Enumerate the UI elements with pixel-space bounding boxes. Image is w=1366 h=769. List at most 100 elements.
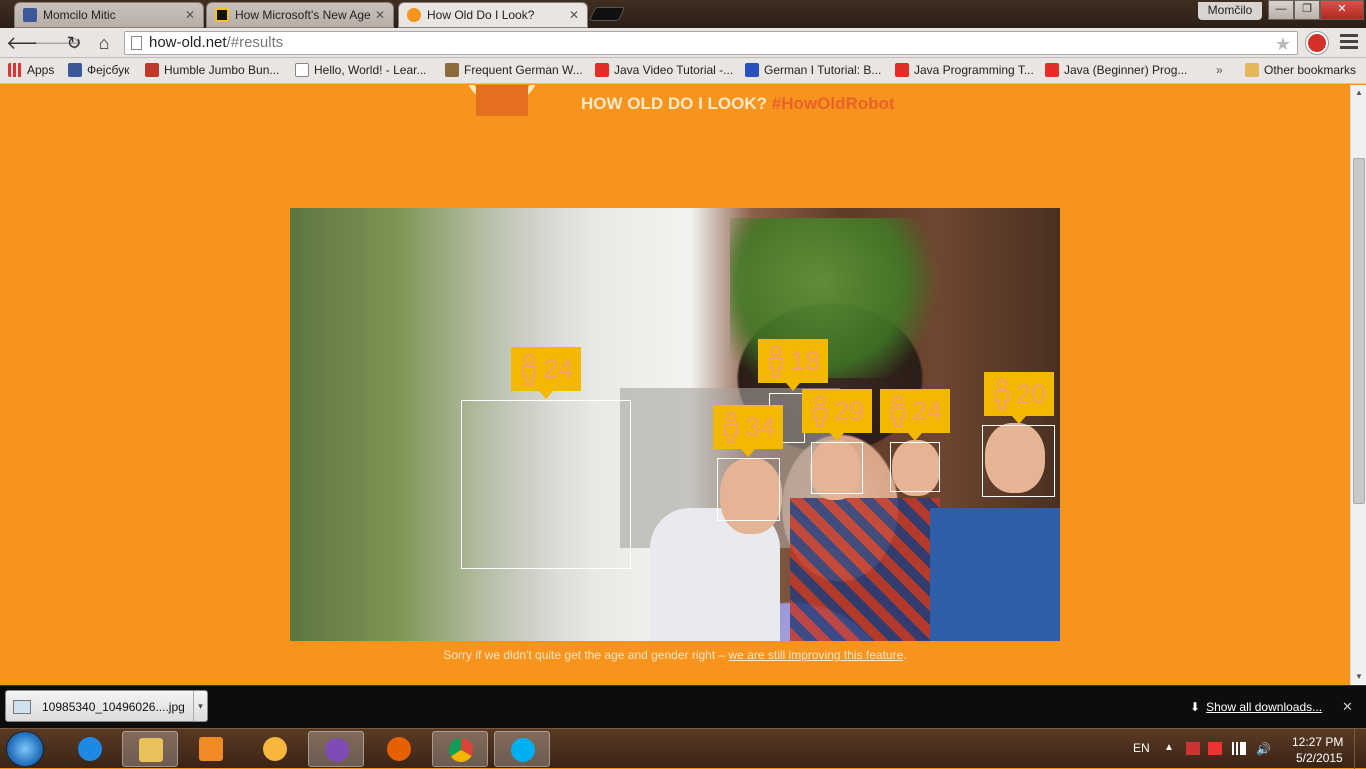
taskbar-internet-explorer[interactable]: [62, 731, 118, 767]
taskbar-firefox[interactable]: [371, 731, 427, 767]
forward-arrow-icon[interactable]: 🡒: [34, 33, 82, 53]
bookmark-java-beginner[interactable]: Java (Beginner) Prog...: [1045, 63, 1187, 77]
start-button[interactable]: [6, 731, 44, 767]
flag-icon: [745, 63, 759, 77]
taskbar-file-explorer[interactable]: [122, 731, 178, 767]
bookmark-german-words[interactable]: Frequent German W...: [445, 63, 583, 77]
chrome-menu-icon[interactable]: [1340, 34, 1358, 50]
face-box: [982, 425, 1055, 497]
photo-blue-shirt: [930, 508, 1060, 641]
youtube-icon: [895, 63, 909, 77]
taskbar-messenger[interactable]: [247, 731, 303, 767]
action-center-flag-icon[interactable]: [1186, 742, 1200, 755]
other-bookmarks[interactable]: Other bookmarks: [1245, 63, 1356, 77]
bookmark-apps[interactable]: Apps: [8, 63, 54, 77]
security-icon[interactable]: [1208, 742, 1222, 755]
improving-feature-link[interactable]: we are still improving this feature: [729, 648, 904, 662]
tab-close-icon[interactable]: ✕: [185, 8, 195, 22]
male-person-icon: [994, 378, 1009, 410]
bookmark-star-icon[interactable]: ★: [1275, 33, 1291, 55]
scroll-thumb[interactable]: [1353, 158, 1365, 504]
how-old-robot-icon: [407, 8, 421, 22]
bookmark-humble[interactable]: Humble Jumbo Bun...: [145, 63, 279, 77]
download-item[interactable]: 10985340_10496026....jpg ▾: [5, 690, 208, 722]
bookmark-label: Java Video Tutorial -...: [614, 63, 734, 77]
tab-close-icon[interactable]: ✕: [375, 8, 385, 22]
browser-toolbar: 🡐 🡒 ↻ ⌂ how-old.net/#results ★: [0, 28, 1366, 58]
page-icon: [131, 36, 142, 50]
bookmark-label: Frequent German W...: [464, 63, 583, 77]
system-tray: EN ▲ 🔊 12:27 PM 5/2/2015: [1128, 729, 1366, 769]
face-box: [811, 442, 863, 494]
download-shelf: 10985340_10496026....jpg ▾ ⬇ Show all dow…: [0, 685, 1366, 728]
age-value: 29: [833, 395, 865, 426]
bookmark-hello-world[interactable]: Hello, World! - Lear...: [295, 63, 427, 77]
bookmark-label: Humble Jumbo Bun...: [164, 63, 280, 77]
show-desktop-button[interactable]: [1354, 729, 1366, 769]
volume-icon[interactable]: 🔊: [1256, 742, 1271, 756]
windows-taskbar: EN ▲ 🔊 12:27 PM 5/2/2015: [0, 728, 1366, 769]
download-menu-chevron-icon[interactable]: ▾: [193, 691, 207, 721]
bookmarks-bar: Apps Фејсбук Humble Jumbo Bun... Hello, …: [0, 58, 1366, 84]
bookmark-label: Java (Beginner) Prog...: [1064, 63, 1188, 77]
profile-button[interactable]: Momčilo: [1198, 2, 1262, 20]
youtube-icon: [595, 63, 609, 77]
clock-time[interactable]: 12:27 PM: [1292, 735, 1343, 749]
age-tag: 24: [511, 347, 581, 399]
age-value: 24: [911, 395, 943, 426]
vertical-scrollbar[interactable]: ▲ ▼: [1350, 85, 1366, 685]
age-tag: 34: [713, 405, 783, 457]
language-indicator[interactable]: EN: [1133, 741, 1150, 755]
page-icon: [295, 63, 309, 77]
humble-bundle-icon: [145, 63, 159, 77]
tagline: HOW OLD DO I LOOK? #HowOldRobot: [581, 94, 895, 114]
url-path: /#results: [226, 34, 284, 51]
show-all-downloads-label: Show all downloads...: [1206, 700, 1323, 714]
male-person-icon: [812, 395, 827, 427]
age-value: 24: [542, 353, 574, 384]
maximize-button[interactable]: ❐: [1294, 0, 1320, 20]
show-hidden-icons-icon[interactable]: ▲: [1164, 742, 1178, 755]
adblock-extension-icon[interactable]: [1306, 32, 1328, 54]
folder-icon: [139, 738, 163, 762]
male-person-icon: [521, 353, 536, 385]
bookmark-german-tutorial[interactable]: German I Tutorial: B...: [745, 63, 881, 77]
show-all-downloads-link[interactable]: ⬇ Show all downloads...: [1190, 700, 1322, 714]
analyzed-photo: 24 18 34 29 24 20: [290, 208, 1060, 641]
image-file-icon: [13, 700, 31, 714]
tab-microsoft-age[interactable]: How Microsoft's New Age ✕: [206, 2, 394, 28]
reload-icon[interactable]: ↻: [63, 33, 85, 53]
tab-momcilo-mitic[interactable]: Momcilo Mitic ✕: [14, 2, 204, 28]
scroll-up-arrow-icon[interactable]: ▲: [1351, 85, 1366, 101]
back-arrow-icon[interactable]: 🡐: [6, 33, 54, 53]
age-value: 20: [1015, 378, 1047, 409]
taskbar-viber[interactable]: [308, 731, 364, 767]
url-host: how-old.net: [149, 34, 227, 51]
minimize-button[interactable]: —: [1268, 0, 1294, 20]
bookmark-facebook[interactable]: Фејсбук: [68, 63, 129, 77]
window-close-button[interactable]: ✕: [1320, 0, 1364, 20]
address-bar[interactable]: how-old.net/#results ★: [124, 31, 1298, 55]
bookmark-java-programming[interactable]: Java Programming T...: [895, 63, 1034, 77]
new-tab-button[interactable]: [588, 7, 626, 21]
national-geographic-icon: [215, 8, 229, 22]
download-shelf-close-icon[interactable]: ✕: [1342, 699, 1353, 715]
tab-close-icon[interactable]: ✕: [569, 8, 579, 22]
viber-icon: [325, 738, 349, 762]
scroll-down-arrow-icon[interactable]: ▼: [1351, 669, 1366, 685]
taskbar-chrome[interactable]: [432, 731, 488, 767]
bookmarks-overflow-button[interactable]: »: [1216, 63, 1223, 77]
folder-icon: [1245, 63, 1259, 77]
age-tag: 18: [758, 339, 828, 391]
bookmark-java-video[interactable]: Java Video Tutorial -...: [595, 63, 733, 77]
skype-icon: [511, 738, 535, 762]
home-icon[interactable]: ⌂: [93, 33, 115, 53]
download-arrow-icon: ⬇: [1190, 700, 1201, 714]
clock-date[interactable]: 5/2/2015: [1296, 751, 1343, 765]
chrome-icon: [449, 738, 473, 762]
tab-how-old[interactable]: How Old Do I Look? ✕: [398, 2, 588, 28]
bookmark-label: Apps: [27, 63, 55, 77]
taskbar-skype[interactable]: [494, 731, 550, 767]
network-signal-icon[interactable]: [1232, 742, 1246, 755]
taskbar-media-player[interactable]: [183, 731, 239, 767]
